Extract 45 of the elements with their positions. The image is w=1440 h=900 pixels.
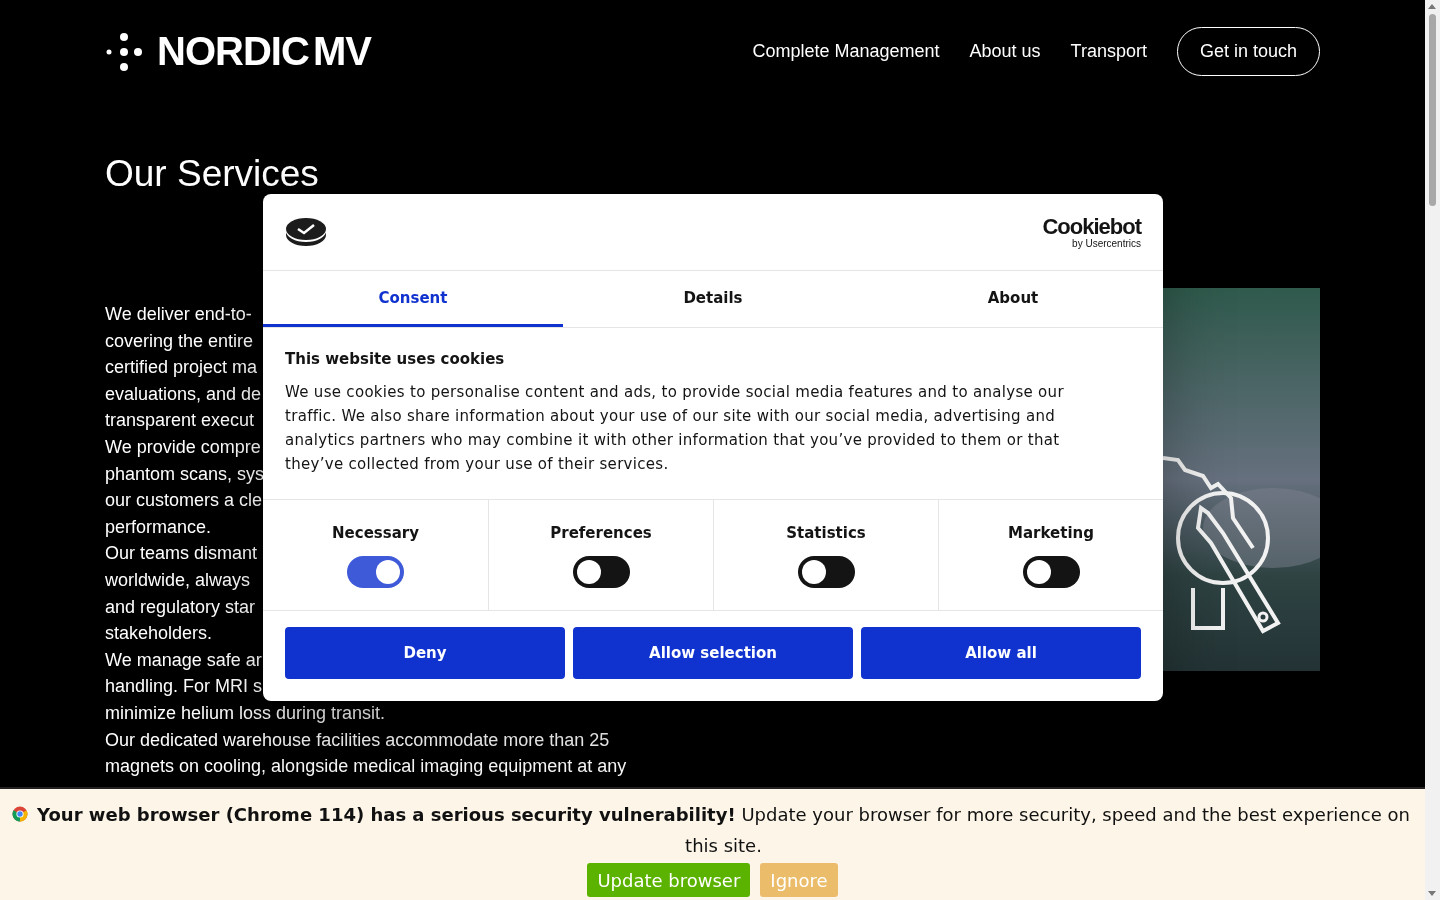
dialog-title: This website uses cookies [285,350,506,368]
consent-button[interactable]: Allow all [861,627,1141,679]
body-text: and regulatory star [105,595,256,619]
dialog-tab[interactable]: About [863,271,1163,327]
nav-link[interactable]: About us [969,41,1041,62]
cookie-check-icon [285,216,327,248]
toggle-label: Necessary [332,524,419,542]
toggle-switch[interactable] [1022,556,1080,588]
brand-tagline: by Usercentrics [1072,237,1141,249]
body-text: Our teams dismant [105,542,258,566]
body-text: certified project ma [105,356,258,380]
body-text: Our dedicated warehouse facilities accommodate more than 25 [105,728,610,752]
logo[interactable]: NORDIC MV [157,29,371,74]
body-text: magnets on cooling, alongside medical imaging equipment at any [105,755,627,779]
body-text: We deliver end-to- [105,303,252,326]
banner-message: Your web browser (Chrome 114) has a serious security vulnerability! Update your browser for more security, speed and the best experience on this site. [36,803,1411,858]
body-text: handling. For MRI s [105,675,263,699]
nav-link[interactable]: Transport [1070,41,1147,62]
brand-logo[interactable]: Cookiebot [1042,215,1141,238]
body-text: We manage safe ar [105,648,262,672]
toggle-switch[interactable] [797,556,855,588]
dialog-text: We use cookies to personalise content and ads, to provide social media features and to analyse our traffic. We also share information about your use of our site with our social media, advertising and analytics partners who may combine it with other information that you’ve provided to them or that they’ve collected from your use of their services. [285,382,1065,475]
body-text: worldwide, always [105,568,251,592]
browser-icon [11,806,28,822]
toggle-switch[interactable] [572,556,630,588]
toggle-label: Statistics [786,524,866,542]
toggle-label: Preferences [550,524,652,542]
consent-button[interactable]: Deny [285,627,565,679]
body-text: covering the entire [105,329,254,353]
page-heading: Our Services [105,153,320,195]
dialog-tab[interactable]: Consent [263,271,563,327]
body-text: stakeholders. [105,622,213,646]
dialog-tab[interactable]: Details [563,271,863,327]
logo-icon [105,31,143,72]
body-text: We provide compre [105,435,261,459]
body-text: transparent execut [105,409,255,433]
body-text: evaluations, and de [105,382,262,406]
consent-button[interactable]: Allow selection [573,627,853,679]
body-text: minimize helium loss during transit. [105,701,386,725]
toggle-label: Marketing [1008,524,1094,542]
body-text: phantom scans, sys [105,462,265,486]
scrollbar[interactable] [1425,0,1440,900]
body-text: our customers a cle [105,489,263,513]
body-text: performance. [105,515,212,539]
nav-link[interactable]: Complete Management [752,41,940,62]
